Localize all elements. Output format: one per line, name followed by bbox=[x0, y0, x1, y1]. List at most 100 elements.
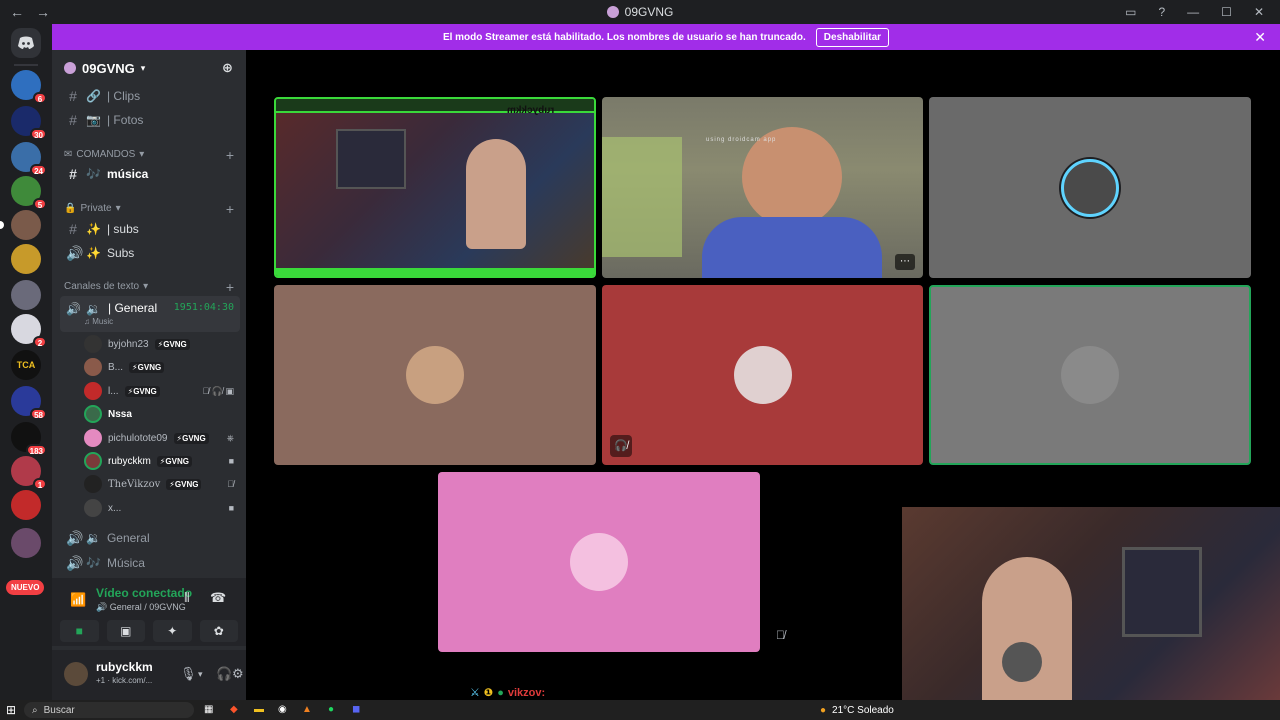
user-panel: rubyckkm +1 · kick.com/... 🎙 ▾ 🎧 ⚙ ⚙ bbox=[52, 650, 246, 700]
new-badge[interactable]: NUEVO bbox=[6, 580, 45, 595]
screen-share-button[interactable]: ▣ bbox=[106, 620, 145, 642]
avatar bbox=[406, 346, 464, 404]
overlay-text: rubyckkm bbox=[506, 105, 554, 116]
category-text-channels[interactable]: Canales de texto ▾ + bbox=[64, 279, 234, 295]
noise-suppression-icon[interactable]: ⦀ bbox=[184, 590, 190, 606]
weather-widget[interactable]: ● 21°C Soleado bbox=[820, 705, 894, 716]
brave-icon[interactable]: ◆ bbox=[230, 704, 238, 715]
avatar bbox=[1061, 158, 1119, 217]
more-options-icon[interactable]: ⋯ bbox=[895, 254, 915, 270]
server-icon[interactable]: 2 bbox=[11, 314, 47, 348]
disable-button[interactable]: Deshabilitar bbox=[815, 27, 890, 47]
chevron-down-icon[interactable]: ▾ bbox=[198, 669, 203, 680]
self-video-preview[interactable] bbox=[902, 507, 1280, 700]
server-icon[interactable] bbox=[11, 244, 41, 274]
channel-clips[interactable]: # 🔗 | Clips bbox=[60, 85, 240, 107]
server-icon[interactable]: 1 bbox=[11, 456, 47, 490]
voice-user[interactable]: TheVikzov ⚡GVNG 🎙̸ bbox=[84, 474, 234, 494]
chrome-icon[interactable]: ◉ bbox=[278, 704, 287, 715]
server-icon[interactable] bbox=[11, 280, 41, 310]
channel-subs[interactable]: # ✨ | subs bbox=[60, 218, 240, 240]
server-icon[interactable]: 6 bbox=[11, 70, 47, 104]
voice-channel-general1[interactable]: 🔊 🔉 General bbox=[60, 527, 240, 549]
activities-button[interactable]: ✦ bbox=[153, 620, 192, 642]
help-icon[interactable]: ? bbox=[1158, 5, 1165, 19]
server-icon[interactable] bbox=[11, 490, 41, 520]
hash-icon: # bbox=[69, 88, 77, 104]
channel-musica[interactable]: # 🎶 música bbox=[60, 163, 240, 185]
maximize-icon[interactable]: ☐ bbox=[1221, 5, 1232, 19]
folder-icon[interactable]: ▬ bbox=[254, 704, 264, 715]
channel-fotos[interactable]: # 📷 | Fotos bbox=[60, 109, 240, 131]
sword-icon: ⚔ bbox=[470, 687, 480, 699]
spotify-icon[interactable]: ● bbox=[328, 704, 334, 715]
speaker-icon: 🔊 bbox=[66, 244, 84, 261]
video-tile-audio[interactable] bbox=[929, 285, 1251, 465]
voice-user[interactable]: byjohn23 ⚡GVNG bbox=[84, 334, 234, 354]
muted-icons: 🎙̸ 🎧̸ ▣ bbox=[202, 385, 234, 396]
envelope-icon: ✉ bbox=[64, 149, 73, 160]
screen-icon[interactable]: ▭ bbox=[1125, 5, 1136, 19]
server-icon[interactable]: 183 bbox=[11, 422, 47, 456]
video-icon: ■ bbox=[228, 456, 234, 466]
server-icon[interactable]: 30 bbox=[11, 106, 47, 140]
video-tile-audio[interactable]: 🎧̸ bbox=[602, 285, 923, 465]
lock-icon: 🔒 bbox=[64, 203, 77, 214]
speaker-icon: 🔊 bbox=[66, 302, 81, 316]
server-icon[interactable]: 58 bbox=[11, 386, 47, 420]
webcam-video bbox=[466, 139, 526, 249]
webcam-video bbox=[1122, 547, 1202, 637]
server-icon[interactable]: 24 bbox=[11, 142, 47, 176]
server-icon[interactable] bbox=[11, 528, 41, 558]
category-private[interactable]: 🔒 Private ▾ + bbox=[64, 201, 234, 217]
voice-channel-subs[interactable]: 🔊 ✨ Subs bbox=[60, 242, 240, 264]
video-tile-droidcam[interactable]: using droidcam app ⋯ bbox=[602, 97, 923, 278]
close-icon[interactable]: ✕ bbox=[1254, 29, 1266, 46]
app-icon[interactable]: ▲ bbox=[302, 704, 312, 715]
voice-channel-musica[interactable]: 🔊 🎶 Música bbox=[60, 552, 240, 574]
discord-home-icon[interactable] bbox=[11, 28, 41, 58]
avatar bbox=[733, 346, 792, 404]
category-comandos[interactable]: ✉ COMANDOS ▾ + bbox=[64, 147, 234, 163]
voice-user[interactable]: B... ⚡GVNG bbox=[84, 357, 234, 377]
avatar[interactable] bbox=[64, 662, 88, 686]
video-tile-audio[interactable] bbox=[274, 285, 596, 465]
add-channel-icon[interactable]: + bbox=[226, 279, 234, 295]
guild-header[interactable]: 09GVNG ▾ ⊕ bbox=[52, 50, 246, 86]
speaker-icon: 🔉 bbox=[86, 302, 101, 316]
camera-button[interactable]: ■ bbox=[60, 620, 99, 642]
music-icon: 🎶 bbox=[86, 167, 101, 181]
video-icon: ■ bbox=[228, 503, 234, 513]
video-tile-audio-speaking[interactable] bbox=[929, 97, 1251, 278]
voice-user[interactable]: l... ⚡GVNG 🎙̸ 🎧̸ ▣ bbox=[84, 381, 234, 401]
minimize-icon[interactable]: — bbox=[1187, 5, 1199, 19]
video-tile-streamer[interactable]: rubyckkm bbox=[274, 97, 596, 278]
voice-user[interactable]: rubyckkm ⚡GVNG ■ bbox=[84, 451, 234, 471]
hash-icon: # bbox=[69, 166, 77, 182]
headphones-icon[interactable]: 🎧 bbox=[216, 666, 232, 682]
discord-icon[interactable]: ◼ bbox=[352, 704, 360, 715]
server-icon[interactable]: 5 bbox=[11, 176, 47, 210]
gear-icon[interactable]: ⚙ bbox=[232, 666, 244, 682]
add-user-icon[interactable]: ⊕ bbox=[222, 60, 236, 75]
title-bar: ← → 09GVNG ▭ ? — ☐ ✕ bbox=[0, 0, 1280, 24]
user-name: rubyckkm bbox=[96, 660, 153, 674]
microphone-icon[interactable]: 🎙 bbox=[180, 666, 197, 682]
webcam-video bbox=[1002, 642, 1042, 682]
search-box[interactable]: ⌕ Buscar bbox=[24, 702, 194, 718]
task-view-icon[interactable]: ▦ bbox=[204, 704, 213, 715]
video-tile-audio[interactable] bbox=[438, 472, 760, 652]
voice-user[interactable]: Nssa bbox=[84, 404, 234, 424]
server-icon bbox=[606, 6, 619, 18]
disconnect-icon[interactable]: ☎ bbox=[210, 590, 226, 606]
add-channel-icon[interactable]: + bbox=[226, 201, 234, 217]
server-icon-active[interactable] bbox=[0, 210, 41, 240]
voice-channel-general[interactable]: 🔊 🔉 | General 1951:04:30 ♫ Music bbox=[60, 296, 240, 332]
close-icon[interactable]: ✕ bbox=[1254, 5, 1264, 19]
add-channel-icon[interactable]: + bbox=[226, 147, 234, 163]
voice-user[interactable]: pichulotote09 ⚡GVNG ⎈ bbox=[84, 428, 234, 448]
soundboard-button[interactable]: ✿ bbox=[199, 620, 238, 642]
windows-start-icon[interactable]: ⊞ bbox=[6, 703, 16, 717]
voice-user[interactable]: x... ■ bbox=[84, 498, 234, 518]
server-icon[interactable]: TCA bbox=[11, 350, 41, 380]
